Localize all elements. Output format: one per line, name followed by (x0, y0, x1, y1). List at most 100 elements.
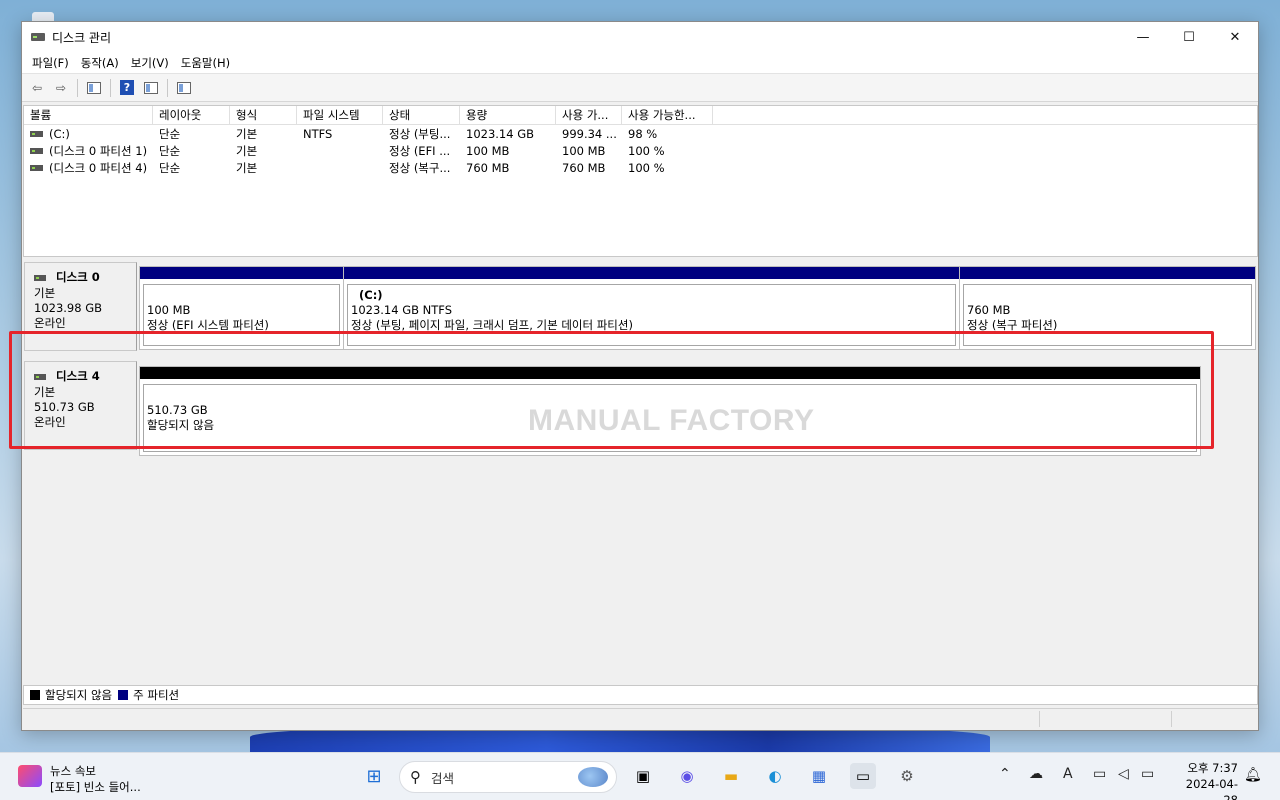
status-cell: 정상 (복구... (389, 160, 451, 175)
capacity-cell: 760 MB (466, 160, 510, 175)
column-header-volume[interactable]: 볼륨 (24, 106, 153, 124)
status-cell: 정상 (부팅... (389, 126, 451, 141)
maximize-button[interactable]: ☐ (1166, 22, 1212, 52)
search-highlight-icon (578, 767, 608, 787)
menu-file[interactable]: 파일(F) (26, 55, 75, 71)
percent-free-cell: 100 % (628, 143, 665, 158)
volume-list-table: 볼륨 레이아웃 형식 파일 시스템 상태 용량 사용 가... 사용 가능한..… (23, 105, 1258, 257)
teams-chat-icon[interactable]: ◉ (674, 763, 700, 789)
partition-name: (C:) (359, 288, 383, 302)
partition-size: 1023.14 GB NTFS (351, 303, 453, 317)
volume-cell: (디스크 0 파티션 4) (24, 160, 153, 176)
close-button[interactable]: ✕ (1212, 22, 1258, 52)
toolbar-separator (167, 78, 168, 97)
status-segment (1039, 711, 1040, 727)
search-icon: ⚲ (410, 768, 421, 786)
search-placeholder: 검색 (431, 770, 455, 786)
battery-icon[interactable]: ▭ (1141, 766, 1154, 782)
menu-action[interactable]: 동작(A) (75, 55, 125, 71)
taskbar-search[interactable]: ⚲ 검색 (399, 761, 617, 793)
disk-icon (34, 274, 46, 281)
legend-unallocated: 할당되지 않음 (45, 688, 113, 702)
type-cell: 기본 (236, 126, 258, 141)
disk-status: 온라인 (34, 316, 66, 330)
chevron-up-icon[interactable]: ⌃ (999, 766, 1011, 782)
edge-browser-icon[interactable]: ◐ (762, 763, 788, 789)
primary-partition-swatch (118, 690, 129, 700)
table-row[interactable]: (C:) 단순 기본 NTFS 정상 (부팅... 1023.14 GB 999… (24, 125, 1257, 142)
toolbar: ⇦ ⇨ ? (22, 74, 1258, 102)
column-header-free-space[interactable]: 사용 가... (556, 106, 622, 124)
type-cell: 기본 (236, 143, 258, 158)
news-subtitle: [포토] 빈소 들어... (50, 780, 141, 794)
news-title: 뉴스 속보 (50, 764, 96, 778)
show-hide-console-tree-icon[interactable] (83, 78, 105, 98)
percent-free-cell: 98 % (628, 126, 658, 141)
percent-free-cell: 100 % (628, 160, 665, 175)
menu-view[interactable]: 보기(V) (125, 55, 175, 71)
partition-name (967, 288, 1251, 303)
settings-gear-icon[interactable]: ⚙ (894, 763, 920, 789)
capacity-cell: 1023.14 GB (466, 126, 535, 141)
free-space-cell: 100 MB (562, 143, 606, 158)
status-segment (1171, 711, 1172, 727)
volume-cell: (C:) (24, 127, 153, 141)
disk-name: 디스크 0 (56, 270, 100, 284)
table-row[interactable]: (디스크 0 파티션 4) 단순 기본 정상 (복구... 760 MB 760… (24, 159, 1257, 176)
capacity-cell: 100 MB (466, 143, 510, 158)
status-cell: 정상 (EFI ... (389, 143, 451, 158)
partition-size: 760 MB (967, 303, 1011, 317)
partition-name (147, 288, 339, 303)
input-language-icon[interactable]: A (1063, 766, 1073, 782)
partition-size: 100 MB (147, 303, 191, 317)
properties-icon[interactable] (173, 78, 195, 98)
cloud-off-icon[interactable]: ☁ (1029, 766, 1043, 782)
news-icon (18, 765, 42, 787)
primary-partition-bar (344, 267, 959, 280)
free-space-cell: 760 MB (562, 160, 606, 175)
clock-date: 2024-04-28 (1185, 777, 1238, 800)
title-bar[interactable]: 디스크 관리 — ☐ ✕ (22, 22, 1258, 52)
network-icon[interactable]: ▭ (1093, 766, 1106, 782)
column-header-percent-free[interactable]: 사용 가능한... (622, 106, 713, 124)
disk-type: 기본 (34, 286, 56, 300)
menu-help[interactable]: 도움말(H) (175, 55, 236, 71)
toolbar-separator (110, 78, 111, 97)
file-explorer-icon[interactable]: ▬ (718, 763, 744, 789)
layout-cell: 단순 (159, 143, 181, 158)
news-widget[interactable]: 뉴스 속보 [포토] 빈소 들어... (18, 763, 141, 795)
taskbar: 뉴스 속보 [포토] 빈소 들어... ⊞ ⚲ 검색 ▣ ◉ ▬ ◐ ▦ ▭ ⚙… (0, 752, 1280, 800)
clock-time: 오후 7:37 (1187, 761, 1238, 775)
status-bar (23, 708, 1258, 729)
disk-graphical-view: 디스크 0 기본 1023.98 GB 온라인 100 MB 정상 (EFI 시… (23, 262, 1258, 682)
type-cell: 기본 (236, 160, 258, 175)
show-action-pane-icon[interactable] (140, 78, 162, 98)
minimize-button[interactable]: — (1120, 22, 1166, 52)
disk-size: 1023.98 GB (34, 301, 103, 315)
column-header-capacity[interactable]: 용량 (460, 106, 556, 124)
taskbar-clock[interactable]: 오후 7:37 2024-04-28 (1172, 760, 1238, 800)
window-title: 디스크 관리 (52, 30, 112, 45)
table-row[interactable]: (디스크 0 파티션 1) 단순 기본 정상 (EFI ... 100 MB 1… (24, 142, 1257, 159)
toolbar-separator (77, 78, 78, 97)
task-view-icon[interactable]: ▣ (630, 763, 656, 789)
primary-partition-bar (140, 267, 343, 280)
help-icon[interactable]: ? (116, 78, 138, 98)
microsoft-store-icon[interactable]: ▦ (806, 763, 832, 789)
column-header-type[interactable]: 형식 (230, 106, 297, 124)
notification-bell-icon[interactable]: 🔔︎ (1244, 767, 1262, 783)
column-header-filesystem[interactable]: 파일 시스템 (297, 106, 383, 124)
windows-start-icon[interactable]: ⊞ (361, 763, 387, 789)
volume-list-header: 볼륨 레이아웃 형식 파일 시스템 상태 용량 사용 가... 사용 가능한..… (24, 106, 1257, 125)
column-header-layout[interactable]: 레이아웃 (153, 106, 230, 124)
column-header-status[interactable]: 상태 (383, 106, 460, 124)
volume-icon (30, 131, 43, 137)
volume-muted-icon[interactable]: ◁ (1118, 766, 1129, 782)
forward-arrow-icon[interactable]: ⇨ (50, 78, 72, 98)
volume-icon (30, 148, 43, 154)
unallocated-swatch (30, 690, 40, 700)
back-arrow-icon[interactable]: ⇦ (26, 78, 48, 98)
legend: 할당되지 않음 주 파티션 (23, 685, 1258, 705)
layout-cell: 단순 (159, 126, 181, 141)
disk-management-taskbar-icon[interactable]: ▭ (850, 763, 876, 789)
